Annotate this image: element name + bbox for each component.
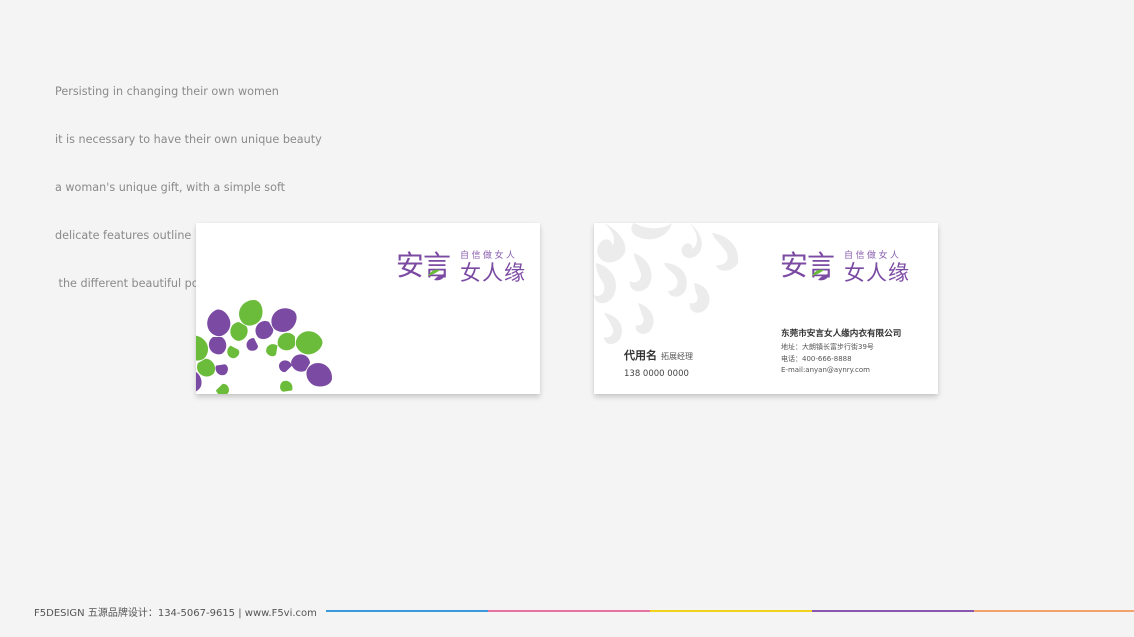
company-name: 东莞市安言女人缘内衣有限公司 [781, 329, 902, 339]
company-tel: 电话：400-666-8888 [781, 354, 852, 363]
person-phone: 138 0000 0000 [624, 369, 689, 379]
brand-logo: 安言 自信做女人 女人缘 [780, 246, 910, 286]
leaf-mark-icon [812, 269, 830, 281]
brand-logo: 安言 自信做女人 女人缘 [396, 246, 526, 286]
company-address: 地址：大朗镇长富步行街39号 [781, 343, 874, 351]
person-title: 拓展经理 [661, 352, 693, 361]
business-card-back: 安言 自信做女人 女人缘 代用名 拓展经理 138 0000 0000 东莞市安言… [594, 223, 938, 394]
footer-credit: F5DESIGN 五源品牌设计：134-5067-9615 | www.F5vi… [34, 608, 317, 619]
contact-person: 代用名 拓展经理 138 0000 0000 [624, 344, 693, 379]
company-info: 东莞市安言女人缘内衣有限公司 地址：大朗镇长富步行街39号 电话：400-666… [781, 327, 901, 377]
footer-rule-yellow [650, 610, 812, 612]
footer-rule-blue [326, 610, 488, 612]
business-card-front: 安言 自信做女人 女人缘 [196, 223, 540, 394]
company-email: E-mail:anyan@aynry.com [781, 366, 870, 374]
logo-sub-text: 女人缘 [844, 261, 910, 285]
logo-sub-text: 女人缘 [460, 261, 526, 285]
intro-line-3: a woman's unique gift, with a simple sof… [55, 181, 286, 194]
intro-line-1: Persisting in changing their own women [55, 85, 279, 98]
footer-rule-orange [974, 610, 1134, 612]
flower-pattern-icon [196, 300, 332, 394]
footer-rule-pink [488, 610, 650, 612]
person-name: 代用名 [624, 349, 657, 362]
intro-line-2: it is necessary to have their own unique… [55, 133, 322, 146]
leaf-mark-icon [428, 269, 446, 281]
footer-rule-purple [812, 610, 974, 612]
swirl-pattern-icon [594, 223, 739, 345]
